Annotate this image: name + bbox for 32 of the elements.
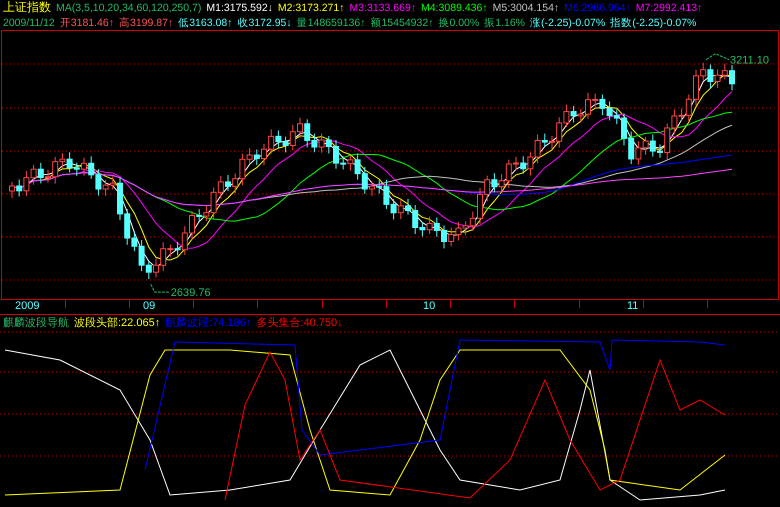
quote-value: 换0.00% [438, 16, 480, 30]
ma-value: M5:3004.154↑ [492, 2, 560, 14]
quote-value: 收3172.95↓ [237, 16, 292, 30]
quote-value: 额15454932↑ [370, 16, 434, 30]
time-axis-label: 09 [143, 300, 156, 312]
indicator-value: 波段头部:22.065↑ [74, 316, 160, 330]
quote-value: 涨(-2.25)-0.07% [530, 16, 606, 30]
quote-value: 低3163.08↑ [178, 16, 232, 30]
indicator-name: 麒麟波段导航 [3, 316, 69, 330]
low-price-label: 2639.76 [170, 287, 211, 300]
index-title: 上证指数 [3, 0, 51, 16]
ma-label: MA(3,5,10,20,34,60,120,250,7) [56, 2, 202, 14]
ma-value: M1:3175.592↓ [206, 2, 273, 14]
indicator-value: 多头集合:40.750↓ [256, 316, 343, 330]
ma-value: M7:2992.413↑ [636, 2, 702, 14]
indicator-value: 麒麟波段:74.186↑ [165, 316, 252, 330]
ma-value: M3:3133.669↑ [349, 2, 416, 14]
leader-line [706, 53, 730, 60]
high-price-label: 3211.10 [730, 54, 769, 67]
quote-value: 量148659136↑ [296, 16, 366, 30]
time-axis-label: 10 [423, 300, 436, 312]
leader-line [150, 284, 170, 293]
ma-value: M4:3089.436↑ [421, 2, 488, 14]
time-axis-label: 2009 [15, 300, 40, 312]
quote-value: 高3199.87↑ [119, 16, 174, 30]
ma-value: M6:2966.964↑ [564, 2, 631, 14]
quote-value: 开3181.46↑ [60, 16, 114, 30]
ma-value: M2:3173.271↑ [278, 2, 344, 14]
quote-value: 振1.16% [484, 16, 525, 30]
quote-value: 2009/11/12 [3, 16, 55, 28]
time-axis-label: 11 [627, 300, 638, 312]
quote-value: 指数(-2.25)-0.07% [610, 16, 696, 30]
